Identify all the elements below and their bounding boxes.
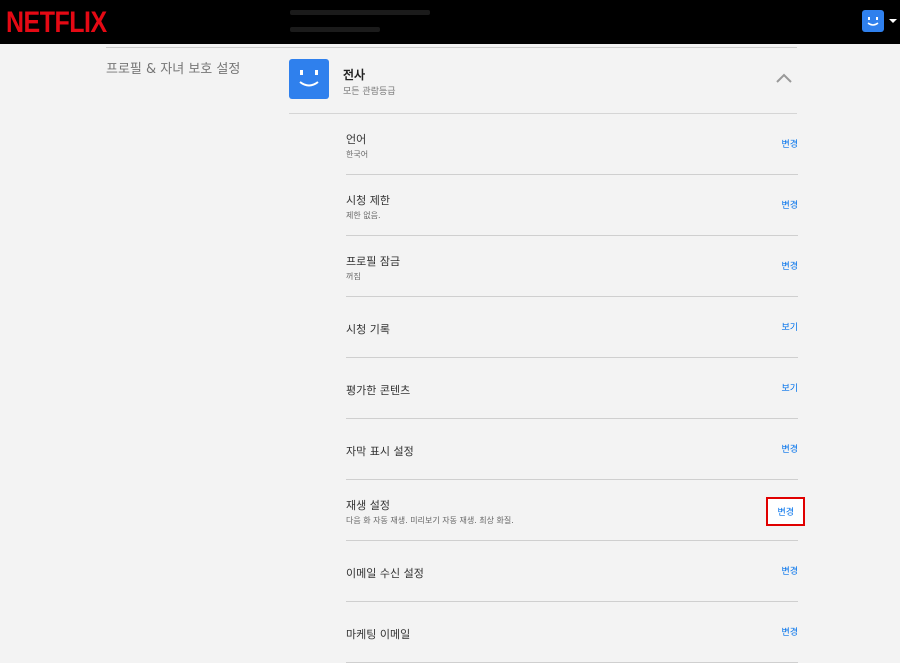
setting-title: 평가한 콘텐츠 <box>346 384 411 397</box>
setting-row-language: 언어 한국어 변경 <box>346 114 798 175</box>
setting-row-viewing-activity: 시청 기록 보기 <box>346 297 798 358</box>
change-subtitle-appearance-link[interactable]: 변경 <box>781 442 798 455</box>
setting-title: 이메일 수신 설정 <box>346 567 424 580</box>
change-language-link[interactable]: 변경 <box>781 137 798 150</box>
setting-title: 자막 표시 설정 <box>346 445 414 458</box>
setting-title: 재생 설정 <box>346 499 390 512</box>
setting-title: 마케팅 이메일 <box>346 628 411 641</box>
change-profile-lock-link[interactable]: 변경 <box>781 259 798 272</box>
setting-description: 제한 없음. <box>346 211 381 220</box>
header-ghost-text <box>290 6 430 40</box>
view-viewing-activity-link[interactable]: 보기 <box>781 320 798 333</box>
profile-name: 전사 <box>343 68 366 82</box>
setting-row-email-preferences: 이메일 수신 설정 변경 <box>346 541 798 602</box>
setting-row-profile-lock: 프로필 잠금 꺼짐 변경 <box>346 236 798 297</box>
divider <box>106 47 797 48</box>
setting-description: 다음 화 자동 재생. 미리보기 자동 재생. 최상 화질. <box>346 516 514 525</box>
change-email-preferences-link[interactable]: 변경 <box>781 564 798 577</box>
view-ratings-link[interactable]: 보기 <box>781 381 798 394</box>
chevron-up-icon <box>776 73 792 83</box>
smiley-avatar-icon <box>299 70 319 87</box>
setting-row-ratings: 평가한 콘텐츠 보기 <box>346 358 798 419</box>
top-navigation-bar: NETFLIX <box>0 0 900 44</box>
smiley-avatar-icon <box>867 17 879 26</box>
setting-title: 언어 <box>346 133 367 146</box>
settings-list: 언어 한국어 변경 시청 제한 제한 없음. 변경 프로필 잠금 꺼짐 변경 시… <box>346 114 805 663</box>
setting-row-marketing-email: 마케팅 이메일 변경 <box>346 602 798 663</box>
setting-row-subtitle-appearance: 자막 표시 설정 변경 <box>346 419 798 480</box>
setting-title: 시청 기록 <box>346 323 390 336</box>
change-playback-settings-link[interactable]: 변경 <box>766 497 805 526</box>
setting-description: 꺼짐 <box>346 272 361 281</box>
profile-avatar <box>289 59 329 99</box>
netflix-logo[interactable]: NETFLIX <box>6 6 107 40</box>
section-label: 프로필 & 자녀 보호 설정 <box>106 62 241 77</box>
change-viewing-restrictions-link[interactable]: 변경 <box>781 198 798 211</box>
caret-down-icon[interactable] <box>889 19 897 23</box>
setting-row-viewing-restrictions: 시청 제한 제한 없음. 변경 <box>346 175 798 236</box>
profile-rating: 모든 관람등급 <box>343 87 396 97</box>
setting-row-playback-settings: 재생 설정 다음 화 자동 재생. 미리보기 자동 재생. 최상 화질. 변경 <box>346 480 805 541</box>
setting-description: 한국어 <box>346 150 369 159</box>
change-marketing-email-link[interactable]: 변경 <box>781 625 798 638</box>
profile-avatar-button[interactable] <box>862 10 884 32</box>
setting-title: 시청 제한 <box>346 194 390 207</box>
setting-title: 프로필 잠금 <box>346 255 401 268</box>
collapse-profile-button[interactable] <box>774 70 794 86</box>
